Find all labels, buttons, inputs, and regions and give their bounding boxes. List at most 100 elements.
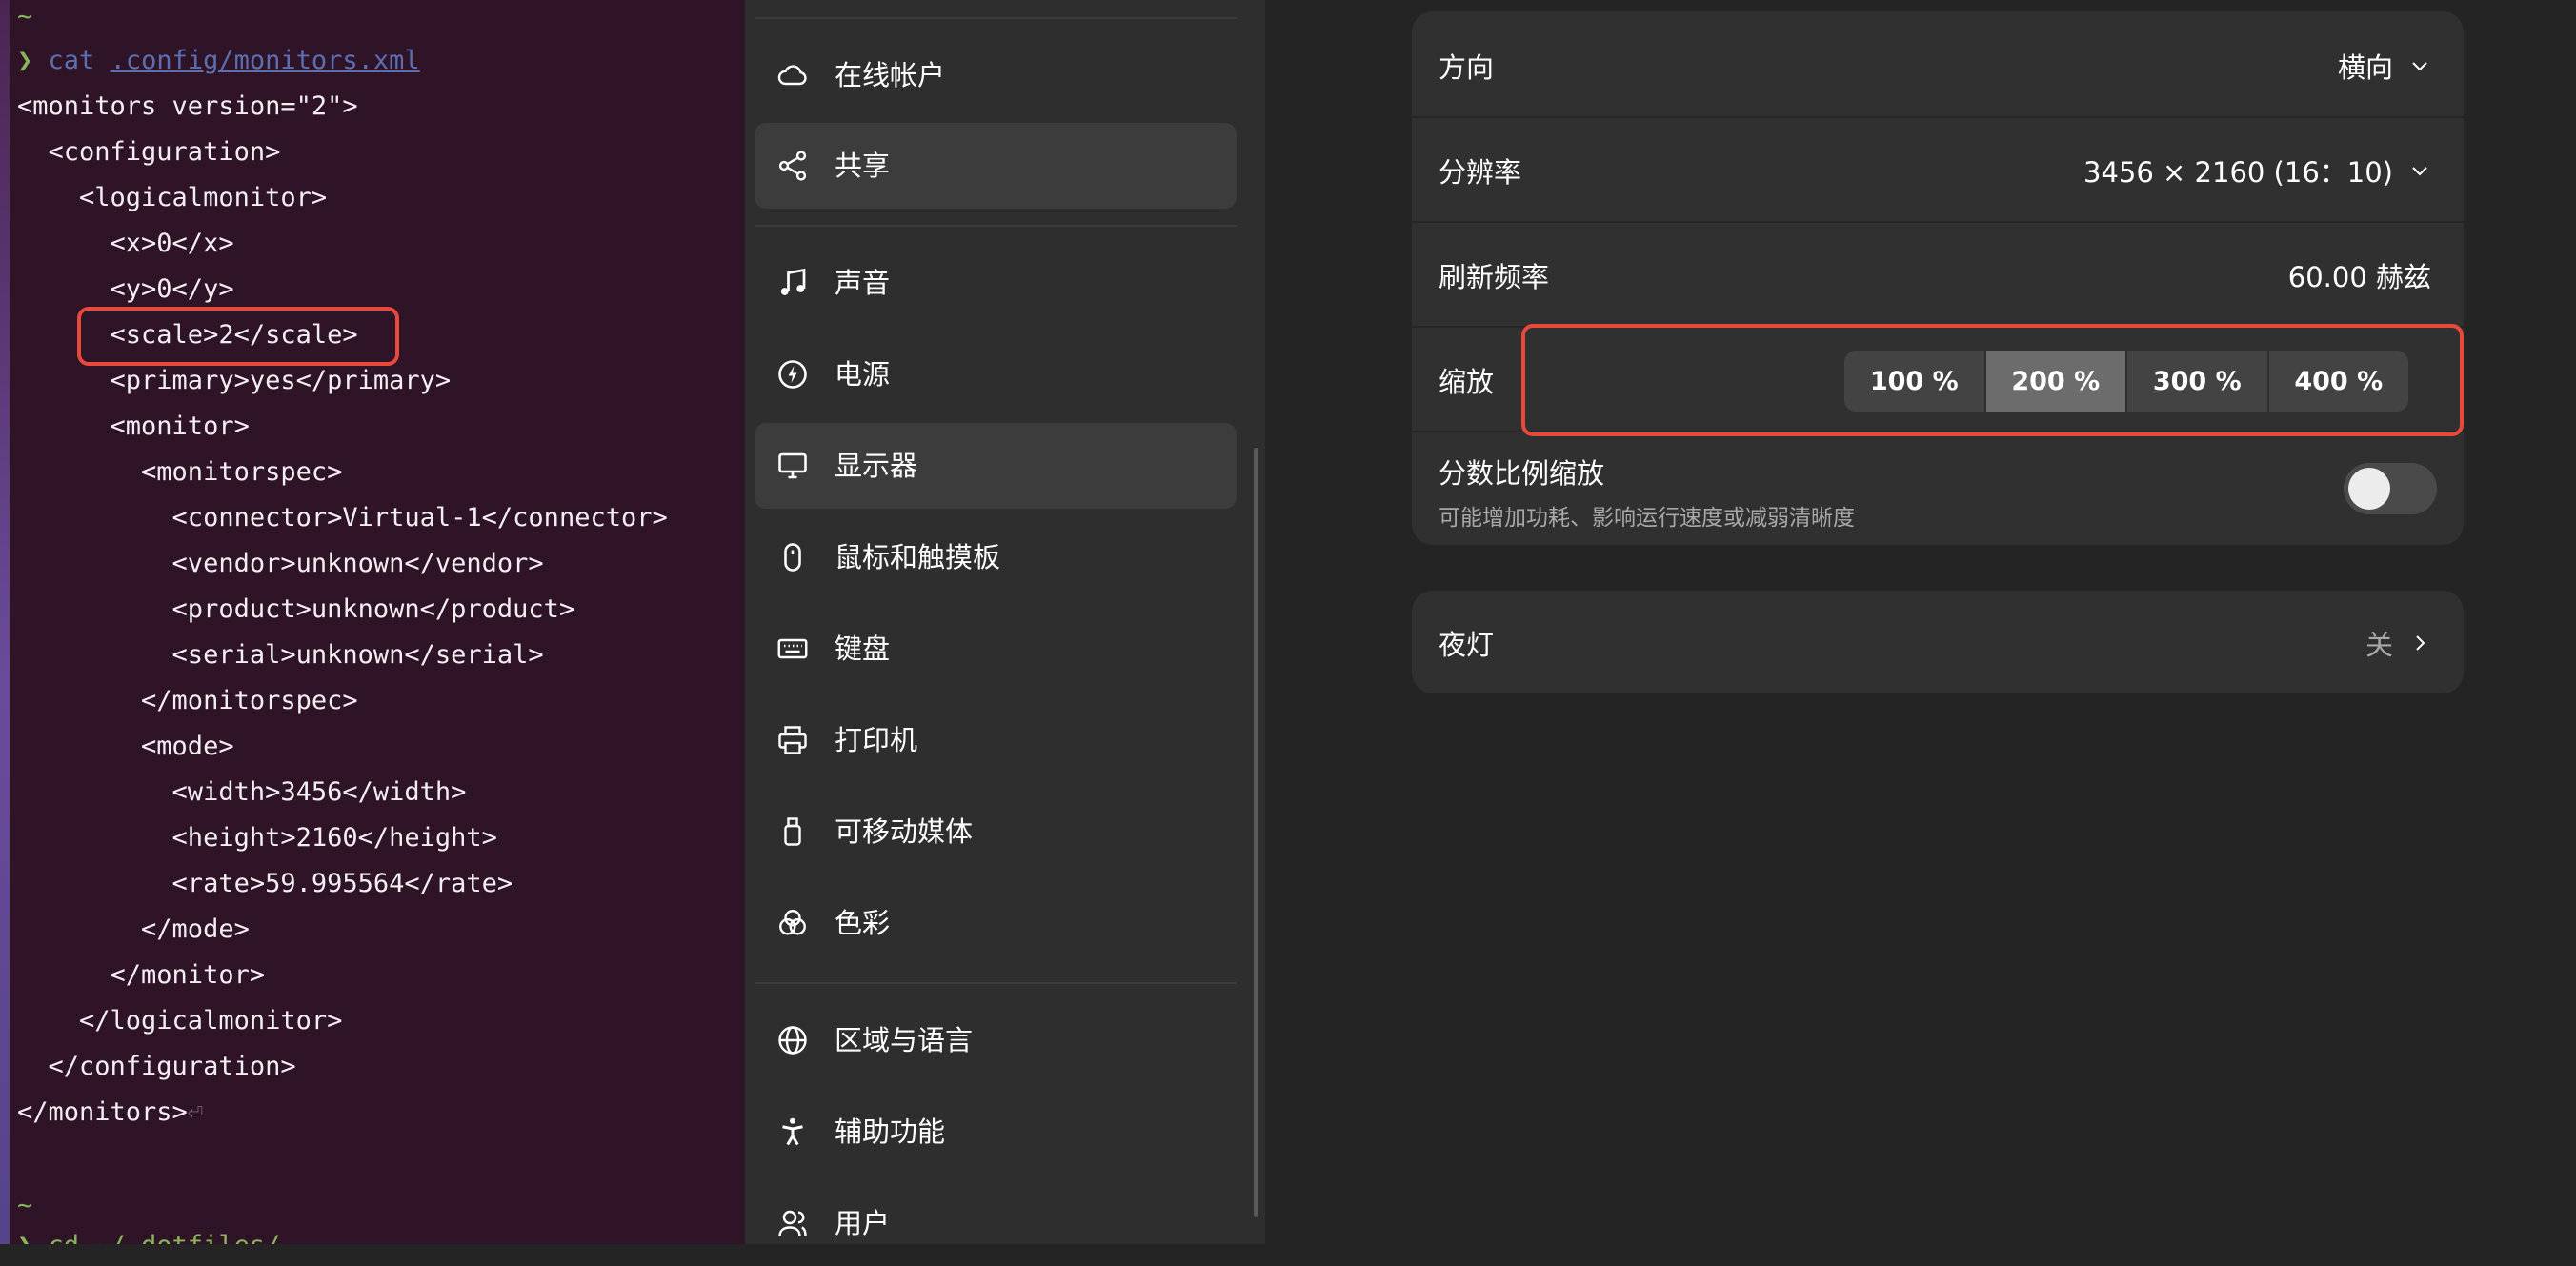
sidebar-item-label: 打印机 bbox=[835, 724, 918, 756]
accessibility-icon bbox=[775, 1115, 810, 1149]
fractional-scaling-label: 分数比例缩放 bbox=[1439, 457, 1605, 490]
display-settings-card: 方向 横向 分辨率 3456 × 2160 (16：10) 刷新频率 60.00… bbox=[1412, 11, 2464, 545]
terminal-line: <monitor> bbox=[17, 412, 250, 441]
sidebar-item-label: 辅助功能 bbox=[835, 1115, 946, 1148]
terminal-line: ~ bbox=[17, 1191, 33, 1220]
color-circles-icon bbox=[775, 906, 810, 940]
desktop-edge bbox=[0, 0, 10, 1244]
display-settings-panel: 方向 横向 分辨率 3456 × 2160 (16：10) 刷新频率 60.00… bbox=[1265, 0, 2576, 1244]
terminal-line: <monitorspec> bbox=[17, 457, 343, 487]
terminal-line: </configuration> bbox=[17, 1052, 296, 1081]
resolution-label: 分辨率 bbox=[1439, 156, 1522, 189]
fractional-scaling-description: 可能增加功耗、影响运行速度或减弱清晰度 bbox=[1439, 506, 1855, 531]
sidebar-item-accessibility[interactable]: 辅助功能 bbox=[755, 1089, 1237, 1175]
settings-sidebar[interactable]: 在线帐户 共享 声音 电源 显示器 鼠标和触摸板 键盘 打印机 可移动媒体 色彩 bbox=[745, 0, 1265, 1244]
orientation-label: 方向 bbox=[1439, 51, 1495, 84]
sidebar-item-label: 键盘 bbox=[835, 633, 891, 665]
sidebar-item-label: 鼠标和触摸板 bbox=[835, 541, 1001, 573]
terminal-line: </monitorspec> bbox=[17, 686, 358, 715]
divider bbox=[755, 225, 1237, 227]
fractional-scaling-toggle[interactable] bbox=[2344, 463, 2437, 514]
night-light-label: 夜灯 bbox=[1439, 629, 1495, 661]
sidebar-item-label: 显示器 bbox=[835, 450, 918, 482]
sidebar-item-removable-media[interactable]: 可移动媒体 bbox=[755, 789, 1237, 874]
night-light-status: 关 bbox=[2365, 623, 2431, 663]
cloud-icon bbox=[775, 58, 810, 92]
scale-highlight-box bbox=[77, 307, 399, 366]
sidebar-item-label: 电源 bbox=[835, 358, 891, 391]
chevron-down-icon bbox=[2412, 62, 2427, 71]
sidebar-item-sharing[interactable]: 共享 bbox=[755, 123, 1237, 209]
mouse-icon bbox=[775, 540, 810, 574]
sidebar-item-sound[interactable]: 声音 bbox=[755, 240, 1237, 326]
terminal-line: <serial>unknown</serial> bbox=[17, 640, 544, 670]
sidebar-item-online-accounts[interactable]: 在线帐户 bbox=[755, 32, 1237, 118]
sidebar-item-label: 色彩 bbox=[835, 907, 891, 939]
terminal-line: <connector>Virtual-1</connector> bbox=[17, 503, 668, 533]
return-icon: ⏎ bbox=[187, 1097, 204, 1127]
terminal-line-text: </monitors> bbox=[17, 1097, 188, 1127]
divider bbox=[755, 982, 1237, 984]
globe-icon bbox=[775, 1023, 810, 1057]
orientation-dropdown[interactable]: 横向 bbox=[2338, 46, 2431, 86]
night-light-card[interactable]: 夜灯 关 bbox=[1412, 591, 2464, 693]
refresh-rate-value: 60.00 赫兹 bbox=[2287, 261, 2431, 293]
orientation-row[interactable]: 方向 横向 bbox=[1412, 11, 2464, 116]
sidebar-item-label: 区域与语言 bbox=[835, 1024, 974, 1056]
toggle-knob bbox=[2348, 468, 2390, 510]
sidebar-scrollbar[interactable] bbox=[1254, 448, 1258, 1217]
sidebar-item-label: 在线帐户 bbox=[835, 59, 946, 91]
command: cat bbox=[48, 46, 95, 75]
divider bbox=[755, 17, 1237, 19]
sidebar-item-color[interactable]: 色彩 bbox=[755, 880, 1237, 966]
scale-label: 缩放 bbox=[1439, 366, 1495, 398]
command-argument[interactable]: .config/monitors.xml bbox=[111, 46, 420, 75]
keyboard-icon bbox=[775, 632, 810, 666]
terminal-line: ~ bbox=[17, 2, 33, 31]
orientation-value: 横向 bbox=[2337, 51, 2393, 84]
sidebar-item-displays[interactable]: 显示器 bbox=[755, 423, 1237, 509]
terminal-line: <y>0</y> bbox=[17, 274, 234, 304]
terminal-window[interactable]: ~ ❯ cat .config/monitors.xml <monitors v… bbox=[0, 0, 745, 1244]
night-light-value: 关 bbox=[2365, 629, 2393, 661]
resolution-value: 3456 × 2160 (16：10) bbox=[2083, 156, 2393, 189]
sidebar-item-label: 共享 bbox=[835, 150, 891, 182]
sidebar-item-label: 声音 bbox=[835, 267, 891, 299]
terminal-line: </monitor> bbox=[17, 960, 266, 990]
fractional-scaling-row[interactable]: 分数比例缩放 可能增加功耗、影响运行速度或减弱清晰度 bbox=[1412, 431, 2464, 545]
terminal-line: <configuration> bbox=[17, 137, 281, 167]
sidebar-item-users[interactable]: 用户 bbox=[755, 1180, 1237, 1266]
sidebar-item-keyboard[interactable]: 键盘 bbox=[755, 606, 1237, 692]
music-note-icon bbox=[775, 266, 810, 300]
sidebar-item-label: 用户 bbox=[835, 1207, 891, 1239]
night-light-row[interactable]: 夜灯 关 bbox=[1412, 591, 2464, 693]
terminal-line: <mode> bbox=[17, 732, 234, 761]
refresh-rate-row[interactable]: 刷新频率 60.00 赫兹 bbox=[1412, 221, 2464, 326]
terminal-line: </mode> bbox=[17, 914, 250, 944]
printer-icon bbox=[775, 723, 810, 757]
resolution-dropdown[interactable]: 3456 × 2160 (16：10) bbox=[2083, 151, 2431, 191]
sidebar-item-mouse-touchpad[interactable]: 鼠标和触摸板 bbox=[755, 514, 1237, 600]
terminal-line: <monitors version="2"> bbox=[17, 91, 358, 121]
terminal-line-cut-off: ❯ cd ~/.dotfiles/ bbox=[17, 1231, 280, 1244]
terminal-line: <logicalmonitor> bbox=[17, 183, 328, 212]
usb-drive-icon bbox=[775, 814, 810, 849]
terminal-line: <product>unknown</product> bbox=[17, 594, 575, 624]
sidebar-item-power[interactable]: 电源 bbox=[755, 332, 1237, 417]
share-icon bbox=[775, 149, 810, 183]
refresh-rate-label: 刷新频率 bbox=[1439, 261, 1550, 293]
sidebar-item-region-language[interactable]: 区域与语言 bbox=[755, 997, 1237, 1083]
terminal-line: <x>0</x> bbox=[17, 229, 234, 258]
prompt-symbol: ❯ bbox=[17, 46, 33, 75]
sidebar-item-printers[interactable]: 打印机 bbox=[755, 697, 1237, 783]
sidebar-item-label: 可移动媒体 bbox=[835, 815, 974, 848]
terminal-line: <width>3456</width> bbox=[17, 777, 467, 807]
users-icon bbox=[775, 1206, 810, 1240]
terminal-line-end: </monitors>⏎ bbox=[17, 1097, 203, 1128]
terminal-line: <rate>59.995564</rate> bbox=[17, 869, 513, 898]
monitor-icon bbox=[775, 449, 810, 483]
resolution-row[interactable]: 分辨率 3456 × 2160 (16：10) bbox=[1412, 116, 2464, 221]
power-icon bbox=[775, 357, 810, 392]
chevron-down-icon bbox=[2412, 167, 2427, 176]
scale-options-highlight-box bbox=[1521, 324, 2464, 436]
